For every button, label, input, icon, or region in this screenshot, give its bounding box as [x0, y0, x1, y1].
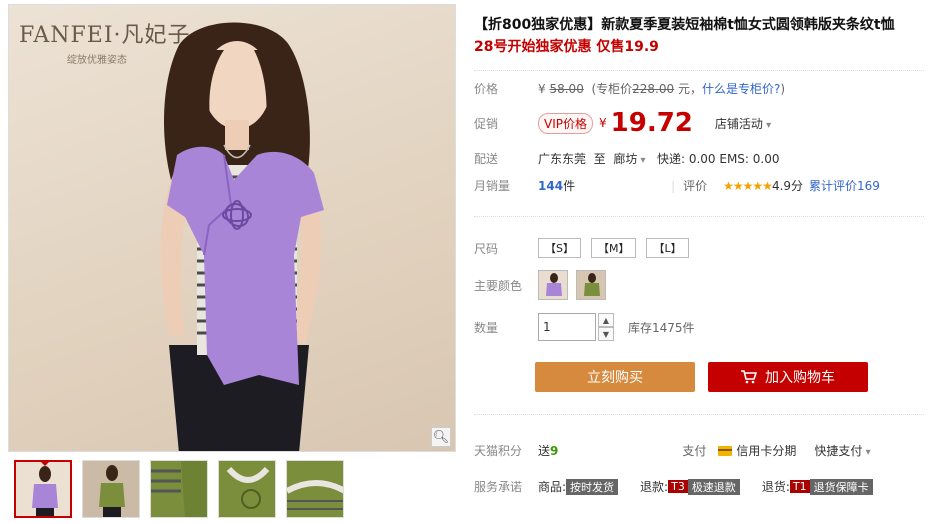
total-reviews-link[interactable]: 累计评价169	[809, 177, 880, 194]
product-header: 【折800独家优惠】新款夏季夏装短袖棉t恤女式圆领韩版夹条纹t恤 28号开始独家…	[474, 14, 924, 58]
ship-to-word: 至	[593, 152, 606, 166]
quantity-stepper: ▲ ▼	[598, 313, 614, 341]
counter-price-close: )	[780, 81, 786, 96]
ship-to-dropdown[interactable]: 廊坊	[613, 150, 645, 167]
color-row: 主要颜色	[474, 270, 614, 300]
model-photo	[160, 22, 324, 451]
buy-now-label: 立刻购买	[587, 370, 643, 386]
service-return-code: T1	[789, 480, 810, 493]
price-label: 价格	[474, 82, 499, 96]
color-option-green[interactable]	[576, 270, 606, 300]
size-option-s[interactable]: 【S】	[538, 238, 581, 258]
service-refund-tag[interactable]: 极速退款	[687, 478, 740, 495]
quantity-input[interactable]	[538, 313, 596, 341]
promo-yen: ¥	[599, 116, 607, 130]
thumbnail-5[interactable]	[286, 460, 344, 518]
sales-unit: 件	[563, 179, 576, 193]
shipping-label: 配送	[474, 152, 499, 166]
thumbnail-strip	[14, 460, 344, 518]
chevron-up-icon[interactable]: ▲	[598, 313, 614, 327]
stock-count: 库存1475件	[628, 320, 695, 335]
thumbnail-4[interactable]	[218, 460, 276, 518]
counter-price-help-link[interactable]: 什么是专柜价?	[702, 80, 780, 97]
product-title: 【折800独家优惠】新款夏季夏装短袖棉t恤女式圆领韩版夹条纹t恤	[474, 17, 895, 33]
divider	[474, 414, 924, 415]
rating-label: 评价	[683, 179, 708, 193]
promo-label: 促销	[474, 116, 499, 131]
color-label: 主要颜色	[474, 278, 523, 293]
service-goods-label: 商品:	[538, 480, 567, 494]
credit-card-icon	[718, 445, 733, 456]
divider	[474, 216, 924, 217]
counter-price-suffix: 元，	[677, 82, 702, 96]
rating-stars: ★★★★★	[723, 178, 773, 193]
size-option-m[interactable]: 【M】	[590, 238, 637, 258]
counter-price-prefix: (专柜价	[591, 82, 633, 96]
chevron-down-icon[interactable]: ▼	[598, 327, 614, 341]
promo-row: 促销 VIP价格 ¥ 19.72 店铺活动	[474, 108, 771, 138]
service-refund-label: 退款:	[640, 480, 669, 494]
points-send: 送	[538, 444, 551, 458]
sales-row: 月销量 144 件 | 评价 ★★★★★ 4.9分 累计评价169	[474, 177, 880, 194]
service-refund-code: T3	[668, 480, 688, 493]
product-page: FANFEI·凡妃子 绽放优雅姿态 🔍︎ 【折800独家优惠】新款夏季夏装短袖棉…	[0, 0, 930, 524]
original-price: 58.00	[549, 81, 584, 96]
shipping-fees: 快递: 0.00 EMS: 0.00	[656, 152, 780, 166]
add-to-cart-label: 加入购物车	[765, 370, 835, 386]
shop-activity-dropdown[interactable]: 店铺活动	[715, 115, 771, 132]
counter-price: 228.00	[632, 81, 675, 96]
points-label: 天猫积分	[474, 444, 523, 458]
brand-logo: FANFEI·凡妃子 绽放优雅姿态	[19, 17, 191, 66]
rating-score: 4.9分	[771, 179, 804, 193]
color-option-purple[interactable]	[538, 270, 568, 300]
points-row: 天猫积分 送 9 支付 信用卡分期 快捷支付	[474, 442, 871, 459]
vip-price-tag: VIP价格	[538, 112, 593, 134]
sales-label: 月销量	[474, 179, 511, 193]
quantity-row: 数量 ▲ ▼ 库存1475件	[474, 313, 695, 341]
add-to-cart-button[interactable]: 加入购物车	[708, 362, 868, 392]
service-goods-tag[interactable]: 按时发货	[566, 478, 619, 495]
size-option-l[interactable]: 【L】	[646, 238, 689, 258]
price-yen: ¥	[538, 81, 546, 96]
brand-tagline: 绽放优雅姿态	[67, 55, 127, 66]
main-product-image[interactable]: FANFEI·凡妃子 绽放优雅姿态 🔍︎	[8, 4, 456, 452]
thumbnail-2[interactable]	[82, 460, 140, 518]
sales-count: 144	[538, 178, 564, 193]
service-row: 服务承诺 商品: 按时发货 退款: T3 极速退款 退货: T1 退货保障卡	[474, 478, 873, 495]
thumbnail-3[interactable]	[150, 460, 208, 518]
size-label: 尺码	[474, 241, 499, 256]
size-row: 尺码 【S】 【M】 【L】	[474, 238, 699, 258]
quantity-label: 数量	[474, 320, 499, 335]
quick-pay-dropdown[interactable]: 快捷支付	[814, 442, 870, 459]
thumbnail-1[interactable]	[14, 460, 72, 518]
credit-installment[interactable]: 信用卡分期	[736, 442, 796, 459]
cart-icon	[741, 370, 757, 384]
buy-now-button[interactable]: 立刻购买	[535, 362, 695, 392]
shipping-row: 配送 广东东莞 至 廊坊 快递: 0.00 EMS: 0.00	[474, 150, 780, 167]
brand-name: FANFEI·凡妃子	[19, 23, 191, 48]
ship-from: 广东东莞	[538, 152, 587, 166]
product-subtitle: 28号开始独家优惠 仅售19.9	[474, 39, 659, 55]
magnifier-icon[interactable]: 🔍︎	[431, 427, 451, 447]
service-return-label: 退货:	[761, 480, 790, 494]
divider	[474, 70, 924, 71]
service-label: 服务承诺	[474, 480, 523, 494]
service-return-tag[interactable]: 退货保障卡	[809, 478, 873, 495]
promo-price: 19.72	[610, 108, 693, 138]
points-value: 9	[550, 443, 559, 458]
price-row: 价格 ¥ 58.00 (专柜价 228.00 元， 什么是专柜价? )	[474, 80, 785, 97]
payment-label: 支付	[682, 444, 707, 458]
